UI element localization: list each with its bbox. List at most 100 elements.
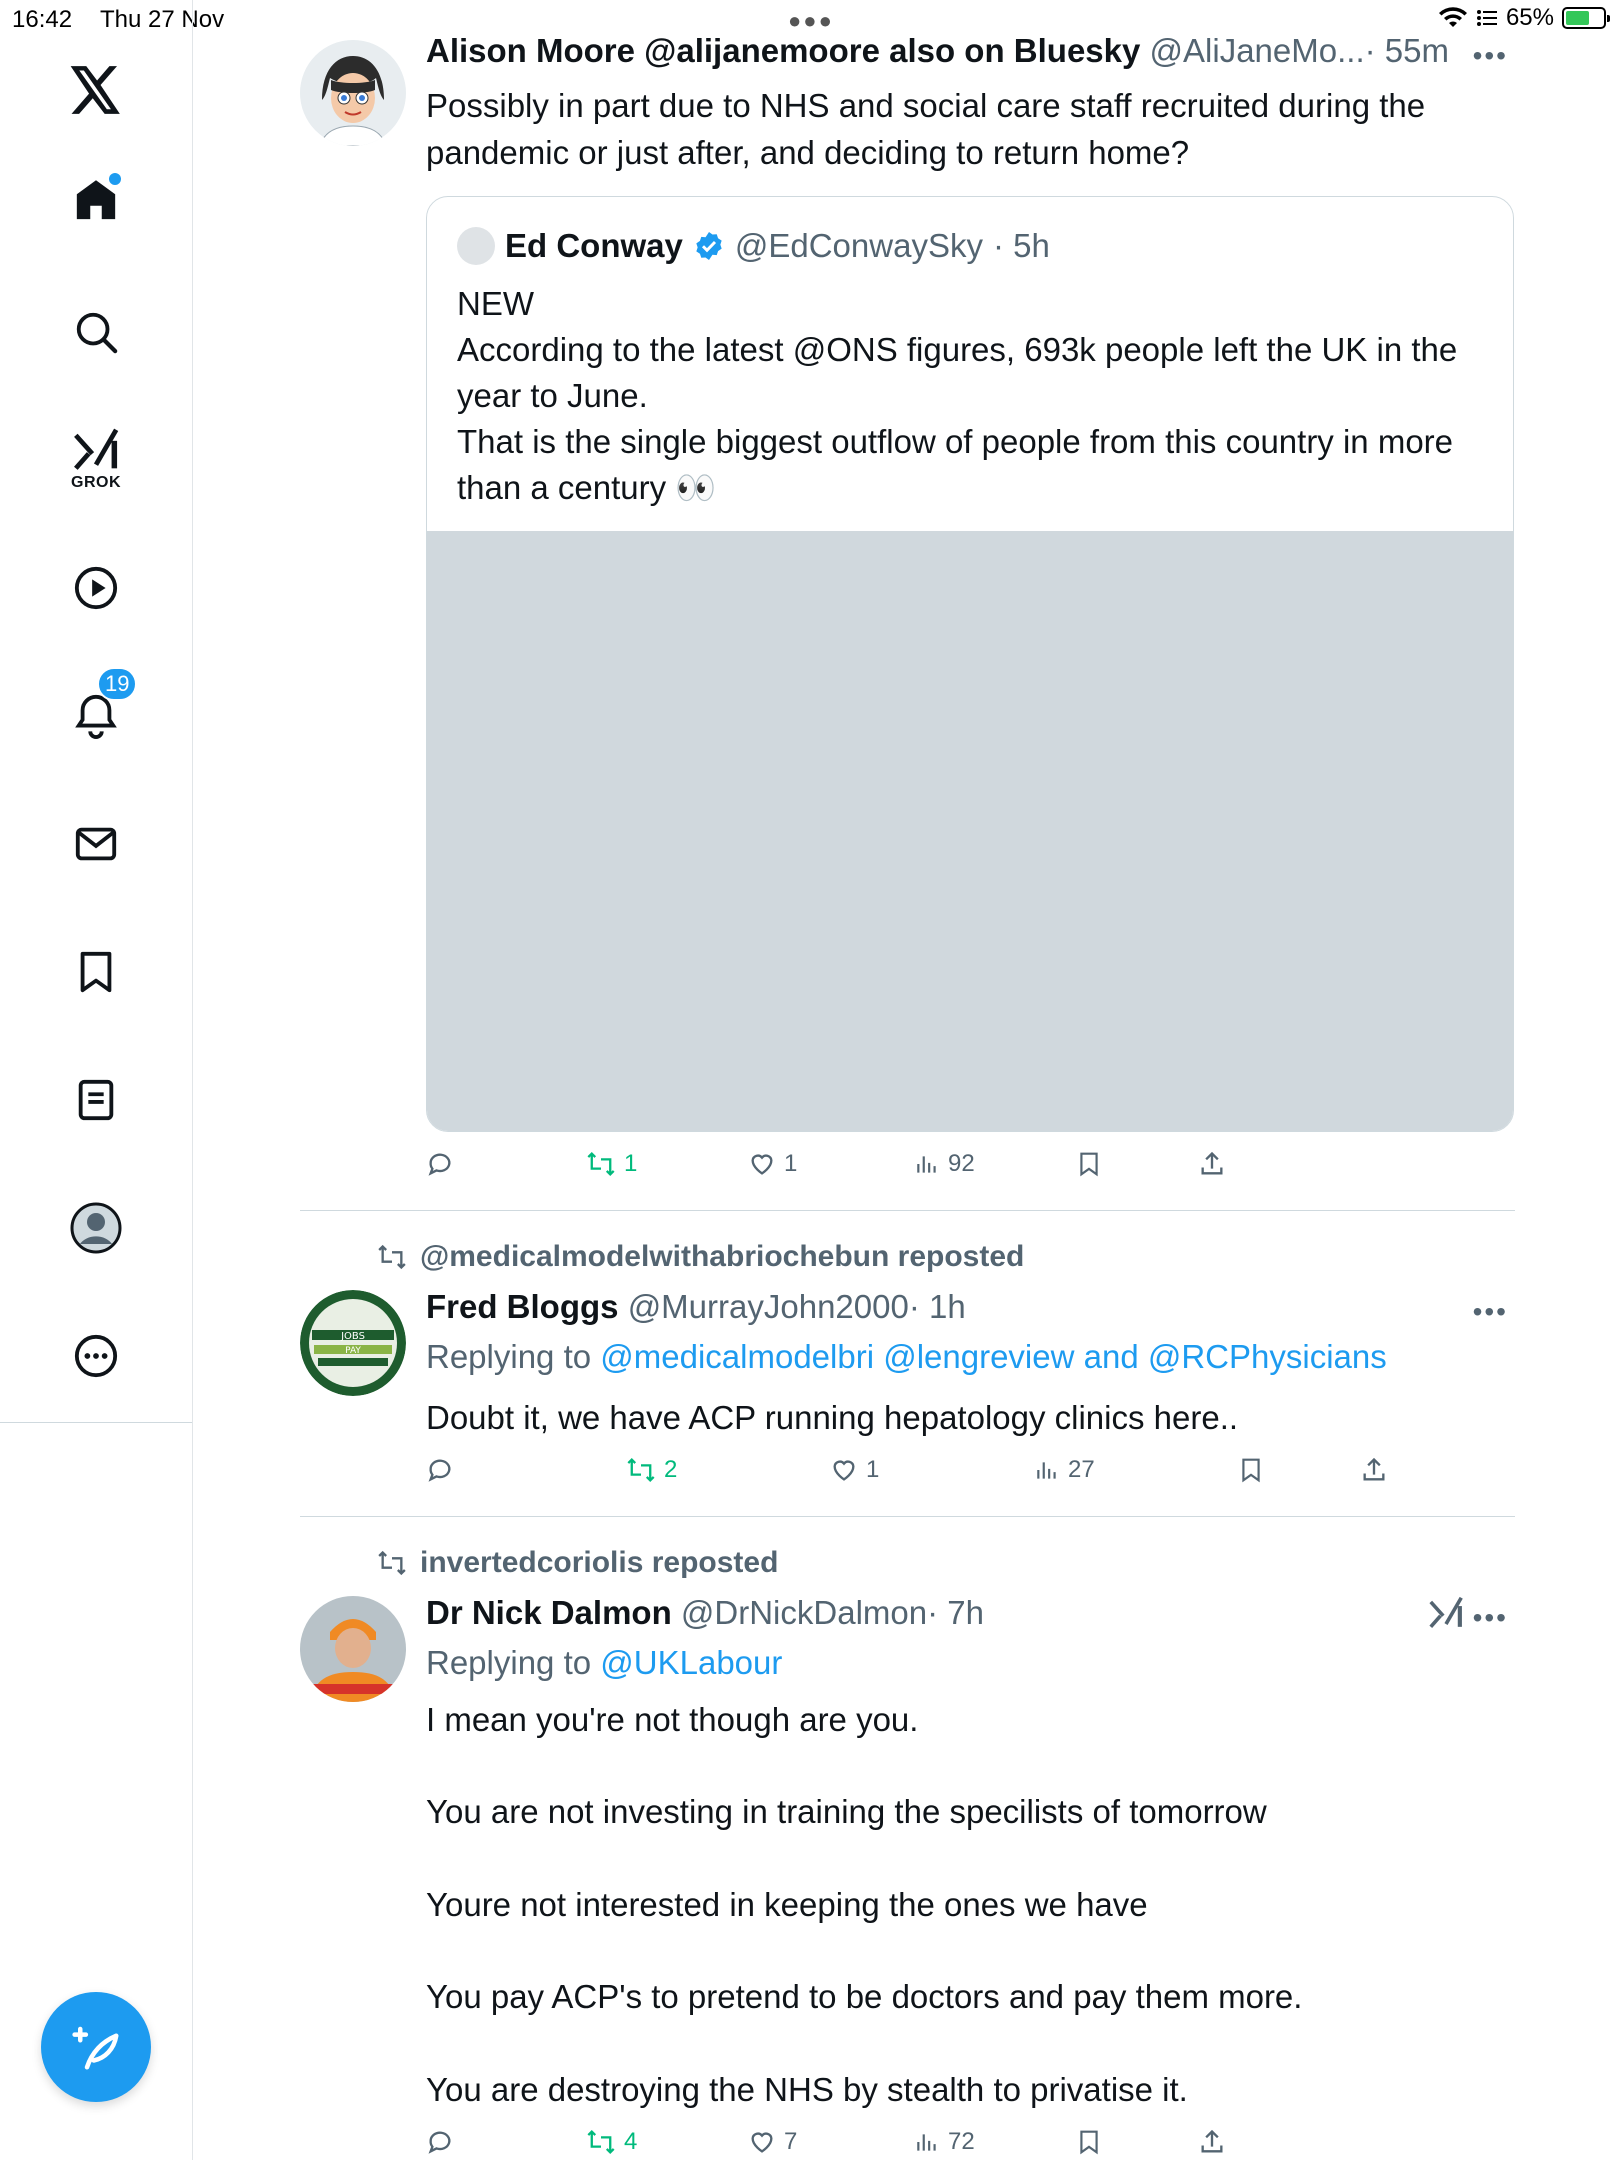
replying-to: Replying to @medicalmodelbri @lengreview… — [426, 1338, 1387, 1376]
author-name[interactable]: Dr Nick Dalmon — [426, 1594, 672, 1631]
svg-text:PAY: PAY — [345, 1346, 361, 1356]
quoted-author-name[interactable]: Ed Conway — [505, 227, 683, 265]
profile-icon — [70, 1202, 122, 1254]
quoted-avatar[interactable] — [457, 227, 495, 265]
reposted-by: invertedcoriolis reposted — [420, 1546, 779, 1579]
views-chart-icon — [917, 1156, 936, 1173]
post-header: Fred Bloggs @MurrayJohn2000· 1h — [426, 1288, 966, 1326]
avatar[interactable] — [300, 1596, 406, 1702]
like-button[interactable]: 1 — [830, 1456, 879, 1484]
post-header: Dr Nick Dalmon @DrNickDalmon· 7h — [426, 1594, 984, 1632]
reposted-by: @medicalmodelwithabriochebun reposted — [420, 1240, 1025, 1273]
bookmark-button[interactable] — [1076, 1150, 1102, 1178]
quoted-time: · 5h — [992, 227, 1050, 264]
author-name[interactable]: Fred Bloggs — [426, 1288, 619, 1325]
replying-to-handles[interactable]: @medicalmodelbri @lengreview and @RCPhys… — [600, 1338, 1386, 1375]
nav-bookmarks[interactable] — [73, 949, 119, 995]
share-icon — [1201, 1151, 1223, 1175]
avatar[interactable]: JOBS PAY — [300, 1290, 406, 1396]
views-button[interactable]: 27 — [1034, 1456, 1095, 1484]
quoted-text: NEW According to the latest @ONS figures… — [457, 285, 1458, 506]
post-actions: 2 1 27 — [426, 1456, 1385, 1496]
play-icon — [74, 566, 118, 610]
post-actions: 4 7 72 — [426, 2128, 1223, 2168]
search-icon — [76, 312, 118, 354]
author-handle[interactable]: @DrNickDalmon — [681, 1594, 927, 1631]
svg-text:JOBS: JOBS — [340, 1331, 365, 1342]
avatar[interactable] — [300, 40, 406, 146]
post-divider — [300, 1210, 1515, 1211]
replying-prefix: Replying to — [426, 1644, 601, 1681]
repost-count: 1 — [624, 1150, 638, 1177]
multitasking-dots-icon[interactable]: ●●● — [788, 8, 834, 34]
views-button[interactable]: 72 — [914, 2128, 975, 2156]
share-icon — [1363, 1457, 1385, 1481]
repost-button[interactable]: 2 — [626, 1456, 677, 1484]
post-actions: 1 1 92 — [426, 1150, 1223, 1190]
nav-notifications[interactable]: 19 — [73, 667, 138, 739]
repost-icon — [627, 1457, 655, 1483]
verified-badge-icon — [696, 232, 722, 260]
repost-button[interactable]: 4 — [586, 2128, 637, 2156]
like-button[interactable]: 7 — [748, 2128, 797, 2156]
compose-button[interactable] — [41, 1992, 151, 2102]
quoted-handle[interactable]: @EdConwaySky — [735, 227, 983, 265]
nav-profile[interactable] — [70, 1202, 122, 1254]
nav-more[interactable] — [73, 1333, 119, 1379]
grok-icon — [74, 428, 119, 470]
bookmark-icon — [1242, 1458, 1260, 1483]
post-time[interactable]: · 55m — [1365, 32, 1449, 69]
grok-icon[interactable] — [1428, 1596, 1464, 1630]
nav-lists[interactable] — [73, 1077, 119, 1123]
author-handle[interactable]: @MurrayJohn2000 — [628, 1288, 909, 1325]
bookmark-button[interactable] — [1238, 1456, 1264, 1484]
author-handle[interactable]: @AliJaneMo... — [1150, 32, 1365, 69]
like-count: 7 — [784, 2128, 798, 2155]
replying-prefix: Replying to — [426, 1338, 601, 1375]
nav-home[interactable] — [73, 173, 121, 223]
author-name[interactable]: Alison Moore @alijanemoore also on Blues… — [426, 32, 1140, 69]
x-logo-icon[interactable] — [70, 66, 122, 114]
notification-badge: 19 — [97, 667, 138, 701]
post-header: Alison Moore @alijanemoore also on Blues… — [426, 32, 1449, 70]
repost-context[interactable]: invertedcoriolis reposted — [376, 1546, 778, 1580]
repost-count: 2 — [664, 1456, 678, 1483]
nav-messages[interactable] — [73, 821, 119, 867]
reply-icon — [428, 1459, 451, 1482]
nav-search[interactable] — [73, 309, 119, 355]
reply-button[interactable] — [426, 1456, 462, 1484]
share-icon — [1201, 2129, 1223, 2153]
post-time[interactable]: · 1h — [909, 1288, 966, 1325]
more-options-icon[interactable]: ••• — [1473, 1296, 1508, 1328]
replying-to-handles[interactable]: @UKLabour — [600, 1644, 782, 1681]
photo-avatar-icon — [300, 1596, 406, 1702]
bookmark-icon — [1080, 1152, 1098, 1177]
repost-button[interactable]: 1 — [586, 1150, 637, 1178]
share-button[interactable] — [1198, 1150, 1226, 1178]
repost-icon — [378, 1550, 406, 1576]
battery-percent: 65% — [1505, 4, 1554, 31]
like-button[interactable]: 1 — [748, 1150, 797, 1178]
share-button[interactable] — [1360, 1456, 1388, 1484]
heart-icon — [833, 1460, 855, 1481]
nav-grok[interactable]: GROK — [71, 428, 121, 492]
repost-context[interactable]: @medicalmodelwithabriochebun reposted — [376, 1240, 1024, 1274]
share-button[interactable] — [1198, 2128, 1226, 2156]
quoted-media-placeholder[interactable] — [427, 531, 1513, 1131]
reply-button[interactable] — [426, 1150, 462, 1178]
battery-icon — [1562, 7, 1610, 29]
views-chart-icon — [917, 2134, 936, 2151]
views-button[interactable]: 92 — [914, 1150, 975, 1178]
nav-video[interactable] — [73, 565, 119, 611]
reply-button[interactable] — [426, 2128, 462, 2156]
like-count: 1 — [866, 1456, 880, 1483]
more-options-icon[interactable]: ••• — [1473, 1602, 1508, 1634]
bookmark-button[interactable] — [1076, 2128, 1102, 2156]
quoted-header: Ed Conway @EdConwaySky · 5h — [457, 227, 1050, 265]
quoted-post[interactable]: Ed Conway @EdConwaySky · 5h NEW According… — [426, 196, 1514, 1132]
repost-count: 4 — [624, 2128, 638, 2155]
cartoon-avatar-icon — [300, 40, 406, 146]
mail-icon — [75, 827, 117, 861]
more-options-icon[interactable]: ••• — [1473, 40, 1508, 72]
post-time[interactable]: · 7h — [927, 1594, 984, 1631]
